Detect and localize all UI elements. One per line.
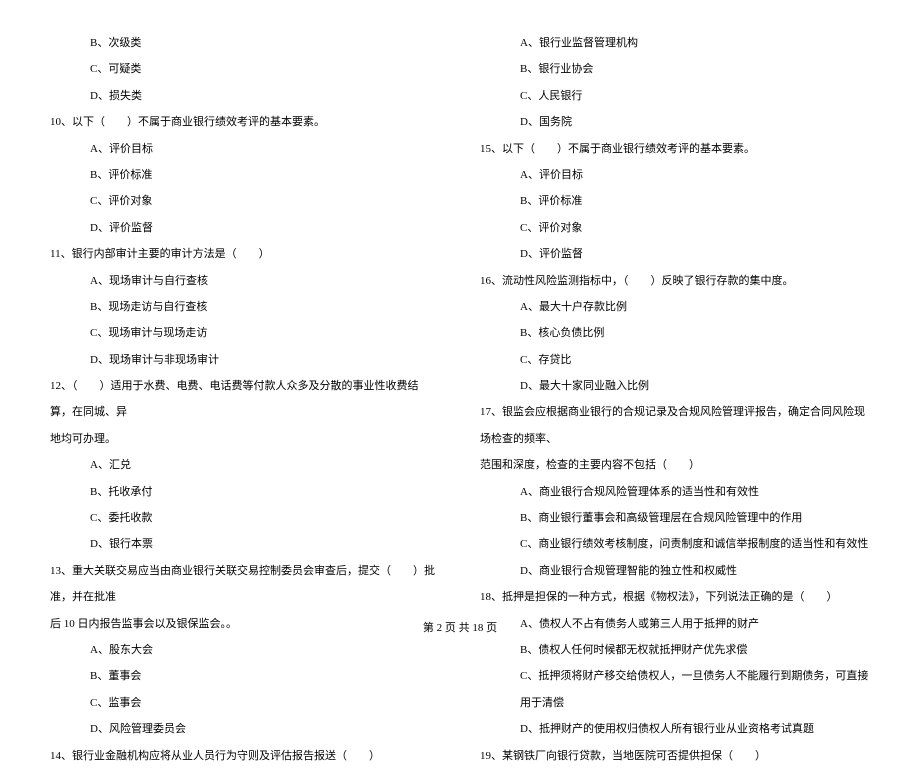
left_column-line-3: 10、以下（ ）不属于商业银行绩效考评的基本要素。 [50, 109, 440, 135]
right_column-line-18: C、商业银行绩效考核制度，问责制度和诚信举报制度的适当性和有效性 [480, 531, 870, 557]
right_column-line-20: 18、抵押是担保的一种方式，根据《物权法》，下列说法正确的是（ ） [480, 584, 870, 610]
page-content: B、次级类C、可疑类D、损失类10、以下（ ）不属于商业银行绩效考评的基本要素。… [50, 30, 870, 610]
left_column-line-9: A、现场审计与自行查核 [50, 268, 440, 294]
right_column-line-15: 范围和深度，检查的主要内容不包括（ ） [480, 452, 870, 478]
right-column: A、银行业监督管理机构B、银行业协会C、人民银行D、国务院15、以下（ ）不属于… [480, 30, 870, 610]
right_column-line-9: 16、流动性风险监测指标中，（ ）反映了银行存款的集中度。 [480, 268, 870, 294]
right_column-line-17: B、商业银行董事会和高级管理层在合规风险管理中的作用 [480, 505, 870, 531]
left_column-line-19: 13、重大关联交易应当由商业银行关联交易控制委员会审查后，提交（ ）批准，并在批… [50, 558, 440, 611]
right_column-line-11: B、核心负债比例 [480, 320, 870, 346]
left_column-line-6: C、评价对象 [50, 188, 440, 214]
left_column-line-16: B、托收承付 [50, 479, 440, 505]
left_column-line-11: C、现场审计与现场走访 [50, 320, 440, 346]
right_column-line-4: 15、以下（ ）不属于商业银行绩效考评的基本要素。 [480, 136, 870, 162]
page-footer: 第 2 页 共 18 页 [0, 619, 920, 635]
left_column-line-23: C、监事会 [50, 690, 440, 716]
right_column-line-13: D、最大十家同业融入比例 [480, 373, 870, 399]
right_column-line-16: A、商业银行合规风险管理体系的适当性和有效性 [480, 479, 870, 505]
right_column-line-7: C、评价对象 [480, 215, 870, 241]
left_column-line-1: C、可疑类 [50, 56, 440, 82]
left_column-line-7: D、评价监督 [50, 215, 440, 241]
right_column-line-2: C、人民银行 [480, 83, 870, 109]
right_column-line-5: A、评价目标 [480, 162, 870, 188]
right_column-line-8: D、评价监督 [480, 241, 870, 267]
left_column-line-14: 地均可办理。 [50, 426, 440, 452]
left_column-line-12: D、现场审计与非现场审计 [50, 347, 440, 373]
right_column-line-25: 19、某钢铁厂向银行贷款，当地医院可否提供担保（ ） [480, 743, 870, 769]
right_column-line-1: B、银行业协会 [480, 56, 870, 82]
right_column-line-23: C、抵押须将财产移交给债权人，一旦债务人不能履行到期债务，可直接用于清偿 [480, 663, 870, 716]
right_column-line-19: D、商业银行合规管理智能的独立性和权威性 [480, 558, 870, 584]
right_column-line-10: A、最大十户存款比例 [480, 294, 870, 320]
left_column-line-17: C、委托收款 [50, 505, 440, 531]
left_column-line-5: B、评价标准 [50, 162, 440, 188]
left_column-line-2: D、损失类 [50, 83, 440, 109]
left_column-line-25: 14、银行业金融机构应将从业人员行为守则及评估报告报送（ ） [50, 743, 440, 769]
left_column-line-18: D、银行本票 [50, 531, 440, 557]
left_column-line-4: A、评价目标 [50, 136, 440, 162]
left_column-line-0: B、次级类 [50, 30, 440, 56]
left-column: B、次级类C、可疑类D、损失类10、以下（ ）不属于商业银行绩效考评的基本要素。… [50, 30, 440, 610]
right_column-line-0: A、银行业监督管理机构 [480, 30, 870, 56]
left_column-line-22: B、董事会 [50, 663, 440, 689]
left_column-line-21: A、股东大会 [50, 637, 440, 663]
left_column-line-24: D、风险管理委员会 [50, 716, 440, 742]
right_column-line-14: 17、银监会应根据商业银行的合规记录及合规风险管理评报告，确定合同风险现场检查的… [480, 399, 870, 452]
right_column-line-22: B、债权人任何时候都无权就抵押财产优先求偿 [480, 637, 870, 663]
left_column-line-10: B、现场走访与自行查核 [50, 294, 440, 320]
left_column-line-15: A、汇兑 [50, 452, 440, 478]
left_column-line-8: 11、银行内部审计主要的审计方法是（ ） [50, 241, 440, 267]
right_column-line-12: C、存贷比 [480, 347, 870, 373]
right_column-line-3: D、国务院 [480, 109, 870, 135]
right_column-line-6: B、评价标准 [480, 188, 870, 214]
left_column-line-13: 12、（ ）适用于水费、电费、电话费等付款人众多及分散的事业性收费结算，在同城、… [50, 373, 440, 426]
right_column-line-24: D、抵押财产的使用权归债权人所有银行业从业资格考试真题 [480, 716, 870, 742]
